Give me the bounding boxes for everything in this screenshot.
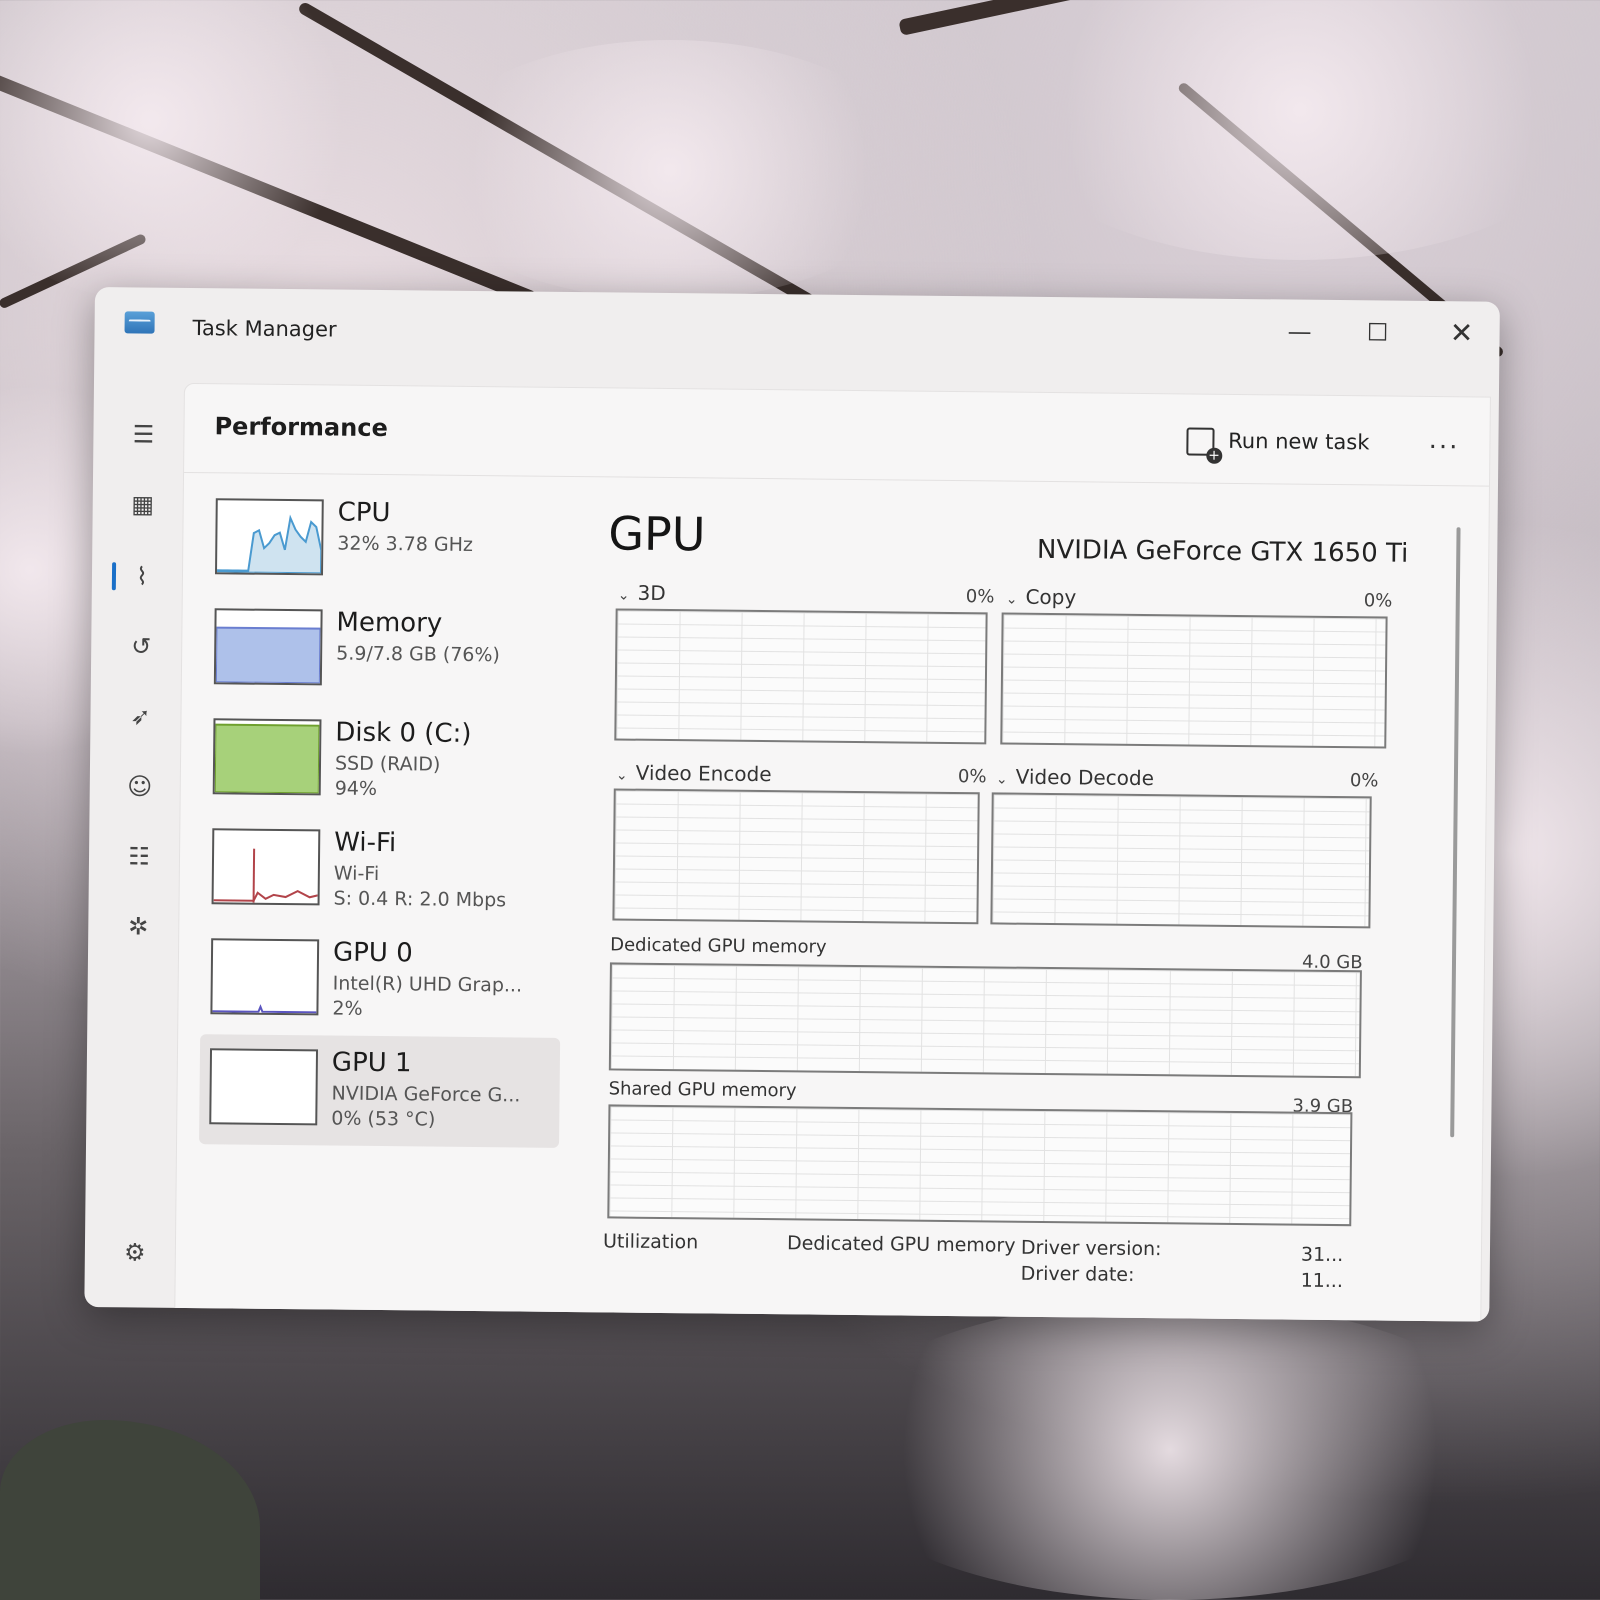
engine-graph-video-decode xyxy=(990,792,1372,929)
more-options-button[interactable]: ... xyxy=(1429,425,1460,455)
gpu0-adapter: Intel(R) UHD Grap... xyxy=(332,972,523,997)
resource-detail: NVIDIA GeForce G... 0% (53 °C) xyxy=(331,1082,560,1134)
resource-item-disk[interactable]: Disk 0 (C:) SSD (RAID) 94% xyxy=(202,704,563,818)
engine-selector-video-decode[interactable]: ⌄ Video Decode xyxy=(996,764,1154,790)
gpu-heading: GPU xyxy=(608,506,706,562)
disk-usage: 94% xyxy=(334,777,378,800)
run-new-task-button[interactable]: Run new task xyxy=(1186,420,1370,462)
gpu0-sparkline xyxy=(212,1004,317,1014)
gpu0-thumbnail-graph xyxy=(210,938,320,1016)
driver-date-label: Driver date: xyxy=(1020,1262,1135,1286)
page-header: Performance Run new task ... xyxy=(184,383,1490,487)
performance-icon[interactable]: ⌇ xyxy=(112,551,173,602)
chevron-down-icon: ⌄ xyxy=(615,767,628,784)
processes-icon[interactable]: ▦ xyxy=(112,479,173,530)
chevron-down-icon: ⌄ xyxy=(617,587,630,604)
resource-item-wifi[interactable]: Wi-Fi Wi-Fi S: 0.4 R: 2.0 Mbps xyxy=(201,814,562,928)
wifi-throughput: S: 0.4 R: 2.0 Mbps xyxy=(333,887,507,912)
engine-label: Copy xyxy=(1025,584,1077,610)
gpu-model-name: NVIDIA GeForce GTX 1650 Ti xyxy=(1036,534,1409,569)
resource-detail: Intel(R) UHD Grap... 2% xyxy=(332,972,561,1024)
gpu-detail-panel: GPU NVIDIA GeForce GTX 1650 Ti ⌄ 3D 0% ⌄ C… xyxy=(600,488,1409,1316)
engine-graph-copy xyxy=(1000,612,1388,749)
usage-fill xyxy=(213,723,321,795)
services-icon[interactable]: ✲ xyxy=(108,901,169,952)
resource-detail: 5.9/7.8 GB (76%) xyxy=(336,642,501,667)
shared-memory-graph xyxy=(607,1104,1353,1227)
engine-graph-video-encode xyxy=(612,788,980,925)
wifi-thumbnail-graph xyxy=(211,828,321,906)
engine-selector-video-encode[interactable]: ⌄ Video Encode xyxy=(616,760,772,786)
title-bar[interactable]: Task Manager — ☐ ✕ xyxy=(94,287,1500,382)
engine-value: 0% xyxy=(965,586,995,608)
run-new-task-label: Run new task xyxy=(1228,428,1370,455)
app-history-icon[interactable]: ↺ xyxy=(111,621,172,672)
usage-fill xyxy=(214,626,322,685)
resource-item-memory[interactable]: Memory 5.9/7.8 GB (76%) xyxy=(204,594,565,708)
gpu1-adapter: NVIDIA GeForce G... xyxy=(331,1082,521,1107)
resource-list: CPU 32% 3.78 GHz Memory 5.9/7.8 GB (76%)… xyxy=(199,484,566,1148)
chevron-down-icon: ⌄ xyxy=(1005,591,1018,608)
engine-value: 0% xyxy=(1349,770,1379,792)
run-task-icon xyxy=(1186,427,1215,456)
resource-item-gpu0[interactable]: GPU 0 Intel(R) UHD Grap... 2% xyxy=(200,924,561,1038)
gpu1-usage-temp: 0% (53 °C) xyxy=(331,1107,436,1131)
content-pane: Performance Run new task ... CPU 32% 3.7… xyxy=(174,382,1491,1322)
driver-version-label: Driver version: xyxy=(1020,1236,1162,1261)
chevron-down-icon: ⌄ xyxy=(995,771,1008,788)
engine-label: Video Decode xyxy=(1015,764,1155,791)
engine-label: 3D xyxy=(637,580,666,605)
users-icon[interactable]: ☺ xyxy=(110,761,171,812)
resource-name: Wi-Fi xyxy=(334,827,397,859)
shared-memory-label: Shared GPU memory xyxy=(608,1078,797,1102)
resource-name: Memory xyxy=(336,607,443,639)
menu-icon[interactable]: ☰ xyxy=(113,409,174,460)
maximize-button[interactable]: ☐ xyxy=(1347,312,1407,353)
close-button[interactable]: ✕ xyxy=(1431,313,1491,354)
details-icon[interactable]: ☷ xyxy=(109,831,170,882)
engine-selector-copy[interactable]: ⌄ Copy xyxy=(1006,585,1077,610)
dedicated-memory-graph xyxy=(608,962,1362,1079)
wifi-spike xyxy=(252,848,256,903)
engine-graph-3d xyxy=(614,608,988,745)
resource-detail: Wi-Fi S: 0.4 R: 2.0 Mbps xyxy=(333,862,562,914)
gpu0-usage: 2% xyxy=(332,997,363,1020)
resource-name: GPU 0 xyxy=(332,937,413,969)
cpu-thumbnail-graph xyxy=(214,498,324,576)
engine-label: Video Encode xyxy=(635,760,772,787)
resource-name: Disk 0 (C:) xyxy=(335,717,472,749)
resource-detail: SSD (RAID) 94% xyxy=(335,752,564,804)
window-title: Task Manager xyxy=(192,316,337,342)
engine-value: 0% xyxy=(1363,590,1393,612)
settings-icon[interactable]: ⚙ xyxy=(105,1227,166,1278)
resource-name: GPU 1 xyxy=(331,1047,412,1079)
scrollbar[interactable] xyxy=(1450,527,1461,1138)
task-manager-window: Task Manager — ☐ ✕ ☰ ▦ ⌇ ↺ ➶ ☺ ☷ ✲ ⚙ Per… xyxy=(84,287,1500,1322)
minimize-button[interactable]: — xyxy=(1269,311,1329,352)
resource-item-cpu[interactable]: CPU 32% 3.78 GHz xyxy=(205,484,566,598)
gpu1-thumbnail-graph xyxy=(209,1048,319,1126)
memory-thumbnail-graph xyxy=(213,608,323,686)
dedicated-memory-label: Dedicated GPU memory xyxy=(610,934,827,958)
task-manager-app-icon xyxy=(124,311,155,334)
wifi-adapter: Wi-Fi xyxy=(333,862,380,886)
cpu-sparkline xyxy=(216,514,323,575)
resource-item-gpu1[interactable]: GPU 1 NVIDIA GeForce G... 0% (53 °C) xyxy=(199,1034,561,1148)
resource-detail: 32% 3.78 GHz xyxy=(337,532,474,556)
utilization-label: Utilization xyxy=(602,1230,699,1254)
startup-apps-icon[interactable]: ➶ xyxy=(110,691,171,742)
disk-thumbnail-graph xyxy=(212,718,322,796)
driver-date-value: 11... xyxy=(1300,1269,1344,1293)
dedicated-stat-label: Dedicated GPU memory xyxy=(786,1232,1016,1257)
disk-type: SSD (RAID) xyxy=(334,752,441,776)
engine-selector-3d[interactable]: ⌄ 3D xyxy=(617,580,666,605)
page-title: Performance xyxy=(214,412,388,443)
resource-name: CPU xyxy=(337,497,391,529)
driver-version-value: 31... xyxy=(1300,1243,1344,1267)
wifi-sparkline xyxy=(213,890,318,902)
engine-value: 0% xyxy=(957,766,987,788)
